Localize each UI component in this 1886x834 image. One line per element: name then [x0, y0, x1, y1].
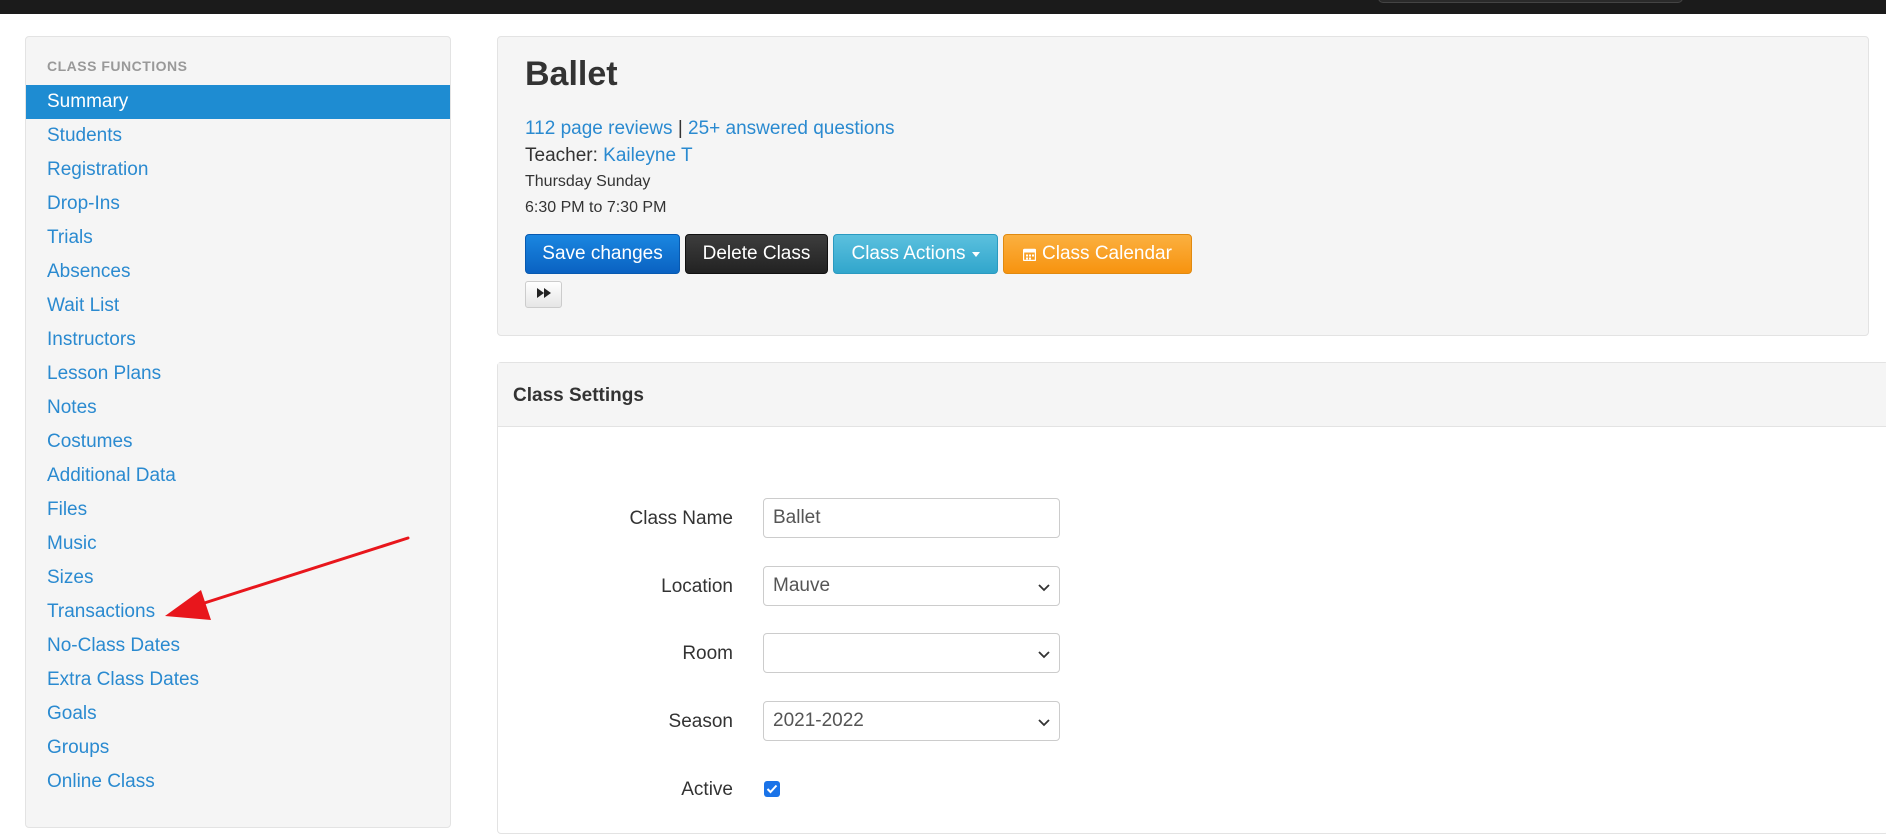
room-row: Room — [498, 633, 1886, 673]
season-label: Season — [668, 711, 733, 732]
sidebar-item-students[interactable]: Students — [26, 119, 450, 153]
teacher-link[interactable]: Kaileyne T — [603, 145, 692, 166]
save-changes-button[interactable]: Save changes — [525, 234, 680, 274]
top-navbar — [0, 0, 1886, 14]
chevron-down-icon — [1038, 719, 1050, 727]
room-select[interactable] — [763, 633, 1060, 673]
location-select[interactable]: Mauve — [763, 566, 1060, 606]
active-checkbox[interactable] — [764, 781, 780, 797]
sidebar-item-additional-data[interactable]: Additional Data — [26, 459, 450, 493]
class-actions-dropdown-button[interactable]: Class Actions — [833, 234, 998, 274]
delete-class-label: Delete Class — [702, 243, 811, 264]
class-name-input[interactable]: Ballet — [763, 498, 1060, 538]
annotation-arrow-icon — [165, 536, 410, 620]
fast-forward-icon — [536, 287, 552, 302]
sidebar-item-goals[interactable]: Goals — [26, 697, 450, 731]
sidebar-item-absences[interactable]: Absences — [26, 255, 450, 289]
sidebar-header: CLASS FUNCTIONS — [47, 58, 188, 74]
sidebar-item-notes[interactable]: Notes — [26, 391, 450, 425]
class-settings-panel: Class Settings Class Name Ballet Locatio… — [497, 362, 1886, 834]
sidebar-list: Summary Students Registration Drop-Ins T… — [26, 85, 450, 799]
location-value: Mauve — [773, 575, 831, 596]
location-label: Location — [661, 576, 733, 597]
season-value: 2021-2022 — [773, 710, 864, 731]
sidebar-item-drop-ins[interactable]: Drop-Ins — [26, 187, 450, 221]
season-row: Season 2021-2022 — [498, 701, 1886, 741]
page-reviews-link[interactable]: 112 page reviews — [525, 118, 673, 139]
class-name-label: Class Name — [629, 508, 733, 529]
season-select[interactable]: 2021-2022 — [763, 701, 1060, 741]
settings-title: Class Settings — [513, 385, 644, 406]
sidebar-item-wait-list[interactable]: Wait List — [26, 289, 450, 323]
save-changes-label: Save changes — [542, 243, 663, 264]
sidebar-item-groups[interactable]: Groups — [26, 731, 450, 765]
sidebar-item-instructors[interactable]: Instructors — [26, 323, 450, 357]
class-days: Thursday Sunday — [525, 173, 651, 190]
page-title: Ballet — [525, 55, 618, 93]
sidebar-item-online-class[interactable]: Online Class — [26, 765, 450, 799]
room-label: Room — [682, 643, 733, 664]
teacher-line: Teacher: Kaileyne T — [525, 145, 693, 167]
sidebar-item-extra-class-dates[interactable]: Extra Class Dates — [26, 663, 450, 697]
class-time: 6:30 PM to 7:30 PM — [525, 199, 667, 216]
sidebar-item-registration[interactable]: Registration — [26, 153, 450, 187]
sidebar-item-lesson-plans[interactable]: Lesson Plans — [26, 357, 450, 391]
sidebar-item-trials[interactable]: Trials — [26, 221, 450, 255]
class-functions-sidebar: CLASS FUNCTIONS Summary Students Registr… — [25, 36, 451, 828]
sidebar-item-summary[interactable]: Summary — [26, 85, 450, 119]
class-calendar-label: Class Calendar — [1042, 243, 1172, 264]
settings-panel-header: Class Settings — [498, 363, 1886, 427]
class-name-value: Ballet — [773, 507, 821, 528]
location-row: Location Mauve — [498, 566, 1886, 606]
class-summary-panel: Ballet 112 page reviews | 25+ answered q… — [497, 36, 1869, 336]
class-actions-label: Class Actions — [851, 243, 966, 264]
chevron-down-icon — [1038, 584, 1050, 592]
checkmark-icon — [766, 784, 778, 794]
fast-forward-button[interactable] — [525, 281, 562, 308]
sidebar-item-no-class-dates[interactable]: No-Class Dates — [26, 629, 450, 663]
chevron-down-icon — [1038, 651, 1050, 659]
answered-questions-link[interactable]: 25+ answered questions — [688, 118, 895, 139]
delete-class-button[interactable]: Delete Class — [685, 234, 828, 274]
active-label: Active — [681, 779, 733, 800]
calendar-icon — [1023, 248, 1037, 261]
sidebar-item-costumes[interactable]: Costumes — [26, 425, 450, 459]
caret-down-icon — [971, 251, 980, 257]
reviews-separator: | — [677, 118, 683, 139]
active-row: Active — [498, 769, 1886, 809]
reviews-line: 112 page reviews | 25+ answered question… — [525, 118, 895, 140]
sidebar-item-files[interactable]: Files — [26, 493, 450, 527]
class-calendar-button[interactable]: Class Calendar — [1003, 234, 1192, 274]
teacher-label: Teacher: — [525, 145, 598, 166]
class-name-row: Class Name Ballet — [498, 498, 1886, 538]
navbar-search-box[interactable] — [1378, 0, 1683, 3]
